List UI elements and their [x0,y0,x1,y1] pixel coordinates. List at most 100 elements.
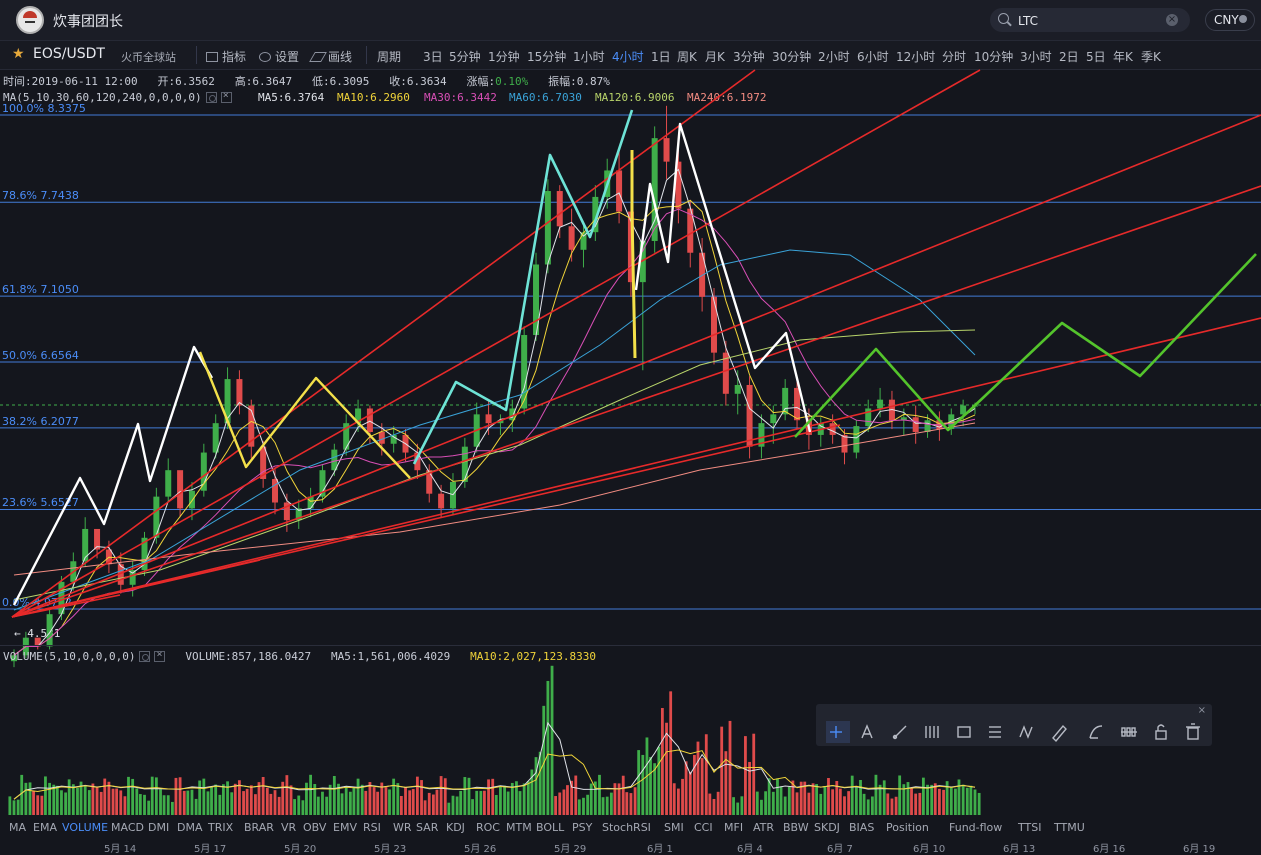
indicator-tab-ttsi[interactable]: TTSI [1018,821,1041,834]
period-tab-21[interactable]: 季K [1141,48,1161,65]
candle-body [556,191,563,227]
wave-icon[interactable] [1019,725,1033,739]
line-icon[interactable] [892,725,907,740]
candle-body [248,405,255,447]
price-chart[interactable] [0,0,1261,818]
brush-icon[interactable] [1089,725,1103,739]
indicator-tab-volume[interactable]: VOLUME [62,821,108,834]
indicator-tab-roc[interactable]: ROC [476,821,500,834]
indicator-tab-ema[interactable]: EMA [33,821,57,834]
indicator-tab-dmi[interactable]: DMI [148,821,169,834]
indicator-tab-cci[interactable]: CCI [694,821,713,834]
indicator-tab-stochrsi[interactable]: StochRSI [602,821,651,834]
candle-body [580,232,587,250]
indicator-tab-brar[interactable]: BRAR [244,821,274,834]
indicator-tab-ttmu[interactable]: TTMU [1054,821,1085,834]
indicator-tab-bias[interactable]: BIAS [849,821,874,834]
period-tab-14[interactable]: 12小时 [896,48,935,65]
indicator-tab-smi[interactable]: SMI [664,821,684,834]
text-icon[interactable] [861,724,873,739]
period-tab-3[interactable]: 1分钟 [488,48,520,65]
volume-bar [945,781,949,815]
ruler-icon[interactable] [1052,724,1067,743]
period-tab-11[interactable]: 30分钟 [772,48,811,65]
search-box[interactable]: × [990,8,1190,32]
period-tab-2[interactable]: 5分钟 [449,48,481,65]
rectangle-icon[interactable] [957,726,971,738]
indicator-tab-macd[interactable]: MACD [111,821,144,834]
favorite-star-icon[interactable]: ★ [12,46,25,62]
volume-bar [435,789,439,815]
volume-bar [261,777,265,815]
period-tab-16[interactable]: 10分钟 [974,48,1013,65]
fib-icon[interactable] [989,726,1001,738]
period-tab-19[interactable]: 5日 [1086,48,1106,65]
indicator-tab-boll[interactable]: BOLL [536,821,564,834]
indicator-tab-skdj[interactable]: SKDJ [814,821,840,834]
volume-bar [226,781,229,815]
indicator-tab-rsi[interactable]: RSI [363,821,381,834]
period-tab-9[interactable]: 月K [705,48,725,65]
indicator-tab-mfi[interactable]: MFI [724,821,743,834]
indicator-tab-sar[interactable]: SAR [416,821,438,834]
lock-icon[interactable] [1155,724,1167,740]
period-tab-5[interactable]: 1小时 [573,48,605,65]
indicator-tab-dma[interactable]: DMA [177,821,203,834]
candle-body [94,528,101,550]
ma-legend-item-3: MA60:6.7030 [509,91,582,104]
period-tab-7[interactable]: 1日 [651,48,671,65]
indicator-tab-psy[interactable]: PSY [572,821,592,834]
period-tab-10[interactable]: 3分钟 [733,48,765,65]
period-tab-13[interactable]: 6小时 [857,48,889,65]
indicator-tab-emv[interactable]: EMV [333,821,357,834]
volume-bar [847,791,851,815]
volume-bar [265,787,269,815]
volume-bar [589,783,593,815]
period-tab-6[interactable]: 4小时 [612,48,644,65]
settings-button[interactable]: 设置 [259,48,299,65]
indicator-tab-trix[interactable]: TRIX [208,821,233,834]
period-tab-15[interactable]: 分时 [942,48,966,65]
indicator-tab-fund-flow[interactable]: Fund-flow [949,821,1002,834]
volume-close-icon[interactable] [154,649,166,662]
indicator-tab-vr[interactable]: VR [281,821,296,834]
avatar[interactable] [16,6,44,34]
period-tab-1[interactable]: 3日 [423,48,443,65]
indicators-button[interactable]: 指标 [206,48,246,65]
period-tab-0[interactable]: 周期 [377,48,401,65]
indicator-tab-kdj[interactable]: KDJ [446,821,465,834]
indicator-tab-wr[interactable]: WR [393,821,412,834]
trash-icon[interactable] [1186,723,1200,740]
indicator-tab-ma[interactable]: MA [9,821,26,834]
indicator-tab-obv[interactable]: OBV [303,821,326,834]
volume-bar [404,787,407,815]
period-tab-8[interactable]: 周K [677,48,697,65]
ma-close-icon[interactable] [220,90,232,103]
search-input[interactable] [1016,11,1160,31]
indicator-tab-position[interactable]: Position [886,821,929,834]
volume-bar [870,796,874,815]
indicator-tab-mtm[interactable]: MTM [506,821,532,834]
period-tab-12[interactable]: 2小时 [818,48,850,65]
channel-icon[interactable] [925,726,939,738]
indicator-tab-bbw[interactable]: BBW [783,821,809,834]
draw-button[interactable]: 画线 [309,48,352,65]
period-tab-17[interactable]: 3小时 [1020,48,1052,65]
candle-body [521,335,528,409]
volume-bar [420,780,423,815]
volume-bar [67,779,71,815]
period-tab-4[interactable]: 15分钟 [527,48,566,65]
clear-icon[interactable]: × [1166,14,1178,26]
volume-bar [479,790,483,815]
pattern-icon[interactable] [1121,727,1137,737]
currency-select[interactable]: CNY [1205,9,1255,31]
period-tab-20[interactable]: 年K [1113,48,1133,65]
volume-settings-icon[interactable] [139,651,151,662]
volume-bar [787,786,791,815]
indicator-tab-atr[interactable]: ATR [753,821,774,834]
ma-settings-icon[interactable] [205,92,217,103]
volume-bar [649,757,652,815]
period-tab-18[interactable]: 2日 [1059,48,1079,65]
pair-symbol[interactable]: EOS/USDT [33,46,105,62]
volume-bar [526,781,530,815]
